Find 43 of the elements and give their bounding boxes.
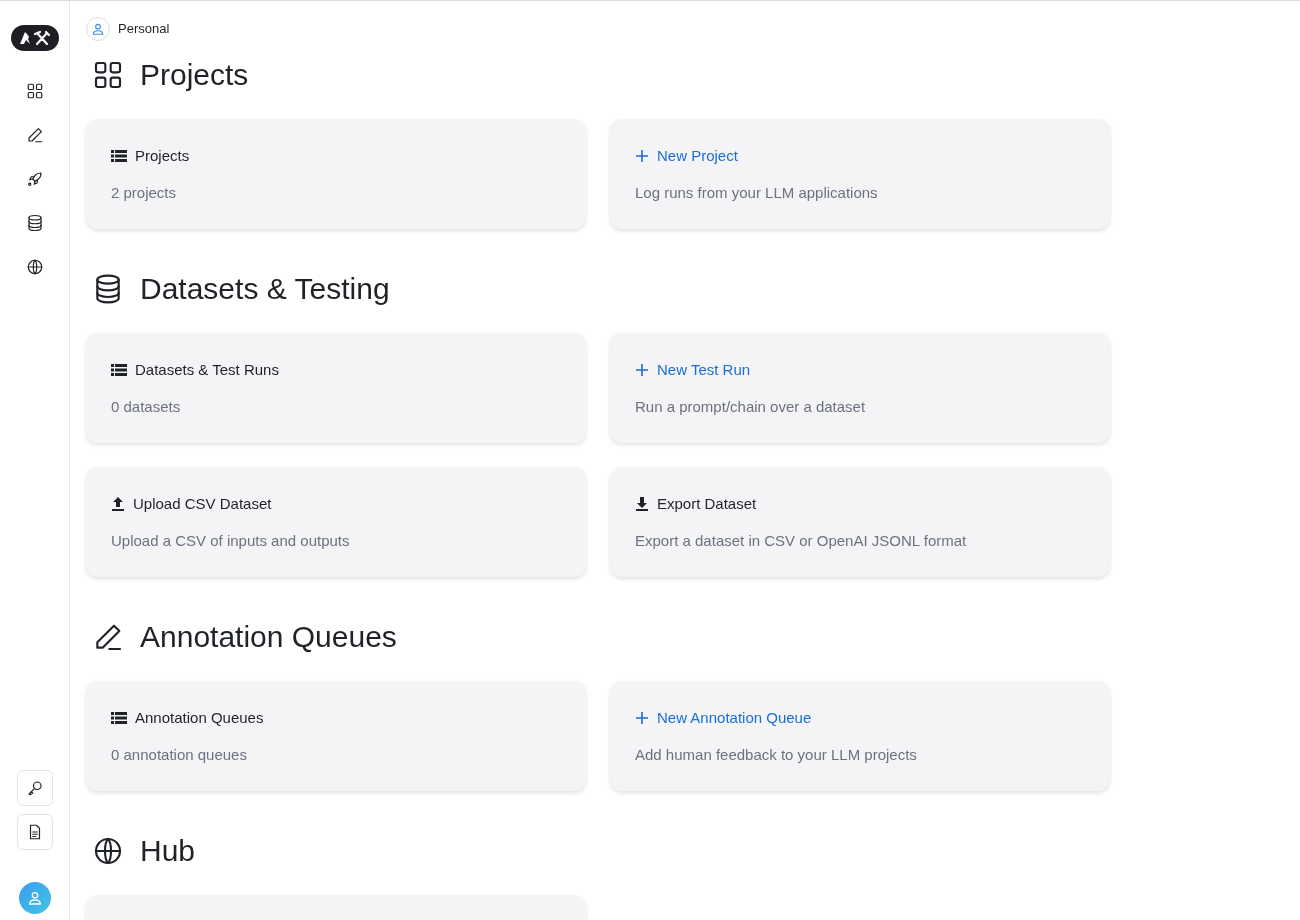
list-icon xyxy=(111,149,127,164)
workspace-label[interactable]: Personal xyxy=(118,19,170,39)
card[interactable]: New Project Log runs from your LLM applications xyxy=(610,119,1110,229)
section-title: Hub xyxy=(140,833,196,869)
section-title: Annotation Queues xyxy=(140,619,397,655)
card-subtitle: Export a dataset in CSV or OpenAI JSONL format xyxy=(635,530,968,551)
card-title: Projects xyxy=(135,146,190,166)
card-title: Annotation Queues xyxy=(135,708,264,728)
card-title: Datasets & Test Runs xyxy=(135,360,279,380)
plus-icon xyxy=(635,363,649,378)
card-subtitle: 2 projects xyxy=(111,182,178,203)
card-link[interactable]: New Annotation Queue xyxy=(657,707,812,730)
card-subtitle: 0 datasets xyxy=(111,396,182,417)
upload-icon xyxy=(111,496,125,513)
card-link[interactable]: New Test Run xyxy=(657,359,751,382)
card-subtitle: Run a prompt/chain over a dataset xyxy=(635,396,867,417)
card-title: Export Dataset xyxy=(657,494,757,514)
card[interactable]: New Test Run Run a prompt/chain over a dataset xyxy=(610,333,1110,443)
card[interactable]: Annotation Queues 0 annotation queues xyxy=(86,681,586,791)
avatar-icon[interactable] xyxy=(18,882,51,914)
card-subtitle: 0 annotation queues xyxy=(111,744,248,765)
card-link[interactable]: New Project xyxy=(657,145,738,168)
list-icon xyxy=(111,363,127,378)
card[interactable]: New Annotation Queue Add human feedback to your LLM projects xyxy=(610,681,1110,791)
section-title: Datasets & Testing xyxy=(140,271,390,307)
card-subtitle: Upload a CSV of inputs and outputs xyxy=(111,530,351,551)
plus-icon xyxy=(635,149,649,164)
list-icon xyxy=(111,711,127,726)
document-icon[interactable] xyxy=(16,814,53,850)
download-icon xyxy=(635,496,649,513)
card[interactable]: Projects 2 projects xyxy=(86,119,586,229)
card-subtitle: Log runs from your LLM applications xyxy=(635,182,879,203)
globe-icon xyxy=(92,835,124,867)
section-title: Projects xyxy=(140,57,249,93)
plus-icon xyxy=(635,711,649,726)
card[interactable]: Export Dataset Export a dataset in CSV or OpenAI JSONL format xyxy=(610,467,1110,577)
logo-icon[interactable] xyxy=(10,25,59,51)
card[interactable]: Upload CSV Dataset Upload a CSV of inputs and outputs xyxy=(86,467,586,577)
key-icon[interactable] xyxy=(16,770,53,806)
card[interactable]: Datasets & Test Runs 0 datasets xyxy=(86,333,586,443)
grid-icon xyxy=(92,59,124,91)
card-title: Upload CSV Dataset xyxy=(133,494,272,514)
card-subtitle: Add human feedback to your LLM projects xyxy=(635,744,918,765)
